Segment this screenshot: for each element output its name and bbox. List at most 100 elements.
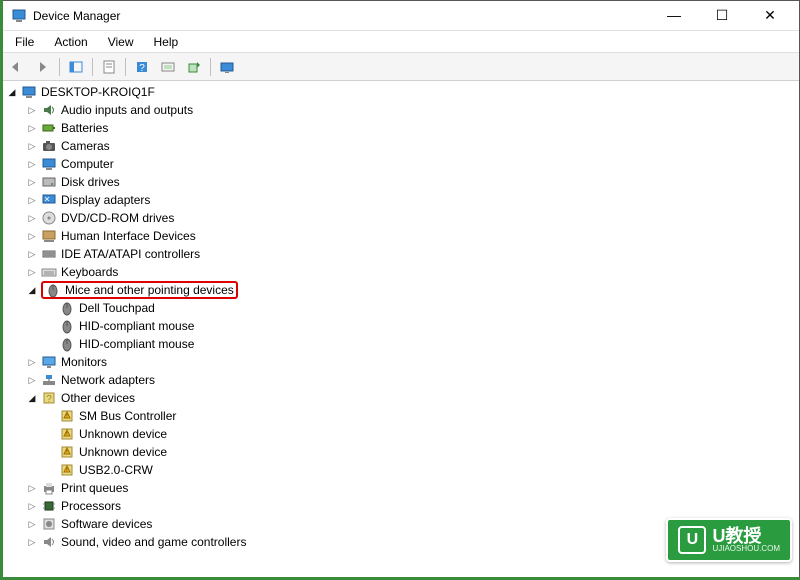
collapse-icon[interactable]: ◢ bbox=[25, 391, 39, 405]
menu-file[interactable]: File bbox=[5, 32, 44, 52]
add-hardware-button[interactable] bbox=[182, 56, 206, 78]
expand-icon[interactable]: ▷ bbox=[25, 175, 39, 189]
warn-icon: ! bbox=[59, 408, 75, 424]
back-button[interactable] bbox=[5, 56, 29, 78]
tree-category[interactable]: ▷Batteries bbox=[3, 119, 799, 137]
svg-text:?: ? bbox=[46, 394, 52, 405]
tree-category[interactable]: ▷DVD/CD-ROM drives bbox=[3, 209, 799, 227]
camera-icon bbox=[41, 138, 57, 154]
device-label: Dell Touchpad bbox=[79, 299, 155, 317]
tree-category[interactable]: ◢ Mice and other pointing devices bbox=[3, 281, 799, 299]
category-label: Sound, video and game controllers bbox=[61, 533, 246, 551]
highlight-box: Mice and other pointing devices bbox=[41, 281, 238, 299]
device-label: HID-compliant mouse bbox=[79, 335, 194, 353]
expand-icon[interactable]: ▷ bbox=[25, 193, 39, 207]
menu-help[interactable]: Help bbox=[144, 32, 189, 52]
tree-category[interactable]: ▷ Human Interface Devices bbox=[3, 227, 799, 245]
tree-category[interactable]: ◢?Other devices bbox=[3, 389, 799, 407]
expand-icon[interactable]: ▷ bbox=[25, 103, 39, 117]
maximize-button[interactable]: ☐ bbox=[707, 7, 737, 24]
toolbar: ? bbox=[1, 53, 799, 81]
watermark-url: UJIAOSHOU.COM bbox=[712, 545, 780, 553]
svg-text:?: ? bbox=[139, 63, 145, 74]
tree-device[interactable]: HID-compliant mouse bbox=[3, 317, 799, 335]
tree-category[interactable]: ▷ Processors bbox=[3, 497, 799, 515]
device-label: Unknown device bbox=[79, 443, 167, 461]
window-title: Device Manager bbox=[33, 9, 659, 23]
expand-icon[interactable]: ▷ bbox=[25, 247, 39, 261]
other-icon: ? bbox=[41, 390, 57, 406]
expand-icon[interactable]: ▷ bbox=[25, 229, 39, 243]
close-button[interactable]: ✕ bbox=[755, 7, 785, 24]
tree-category[interactable]: ▷Keyboards bbox=[3, 263, 799, 281]
collapse-icon[interactable]: ◢ bbox=[5, 85, 19, 99]
toolbar-separator bbox=[92, 58, 93, 76]
tree-category[interactable]: ▷Monitors bbox=[3, 353, 799, 371]
expand-icon[interactable]: ▷ bbox=[25, 211, 39, 225]
root-label: DESKTOP-KROIQ1F bbox=[41, 83, 155, 101]
expand-icon[interactable]: ▷ bbox=[25, 481, 39, 495]
expand-icon[interactable]: ▷ bbox=[25, 499, 39, 513]
tree-category[interactable]: ▷Cameras bbox=[3, 137, 799, 155]
forward-button[interactable] bbox=[31, 56, 55, 78]
help-button[interactable]: ? bbox=[130, 56, 154, 78]
window-controls: — ☐ ✕ bbox=[659, 7, 795, 24]
scan-hardware-button[interactable] bbox=[156, 56, 180, 78]
tree-category[interactable]: ▷Audio inputs and outputs bbox=[3, 101, 799, 119]
device-label: SM Bus Controller bbox=[79, 407, 176, 425]
computer-icon bbox=[41, 156, 57, 172]
ide-icon bbox=[41, 246, 57, 262]
expand-icon[interactable]: ▷ bbox=[25, 157, 39, 171]
tree-category[interactable]: ▷ Network adapters bbox=[3, 371, 799, 389]
category-label: Human Interface Devices bbox=[61, 227, 196, 245]
keyboard-icon bbox=[41, 264, 57, 280]
tree-root[interactable]: ◢ DESKTOP-KROIQ1F bbox=[3, 83, 799, 101]
dvd-icon bbox=[41, 210, 57, 226]
expand-icon[interactable]: ▷ bbox=[25, 535, 39, 549]
expand-icon[interactable]: ▷ bbox=[25, 355, 39, 369]
show-hide-tree-button[interactable] bbox=[64, 56, 88, 78]
minimize-button[interactable]: — bbox=[659, 7, 689, 24]
expand-icon[interactable]: ▷ bbox=[25, 265, 39, 279]
tree-device[interactable]: !USB2.0-CRW bbox=[3, 461, 799, 479]
tree-category[interactable]: ▷ Print queues bbox=[3, 479, 799, 497]
toolbar-separator bbox=[125, 58, 126, 76]
category-label: Software devices bbox=[61, 515, 152, 533]
collapse-icon[interactable]: ◢ bbox=[25, 283, 39, 297]
category-label: Mice and other pointing devices bbox=[65, 281, 234, 299]
tree-category[interactable]: ▷Display adapters bbox=[3, 191, 799, 209]
tree-category[interactable]: ▷IDE ATA/ATAPI controllers bbox=[3, 245, 799, 263]
software-icon bbox=[41, 516, 57, 532]
tree-device[interactable]: HID-compliant mouse bbox=[3, 335, 799, 353]
tree-device[interactable]: Dell Touchpad bbox=[3, 299, 799, 317]
category-label: Computer bbox=[61, 155, 114, 173]
mouse-icon bbox=[59, 336, 75, 352]
tree-category[interactable]: ▷Disk drives bbox=[3, 173, 799, 191]
tree-device[interactable]: ! Unknown device bbox=[3, 443, 799, 461]
menu-action[interactable]: Action bbox=[44, 32, 97, 52]
category-label: Processors bbox=[61, 497, 121, 515]
tree-category[interactable]: ▷ Computer bbox=[3, 155, 799, 173]
svg-text:!: ! bbox=[66, 468, 67, 474]
battery-icon bbox=[41, 120, 57, 136]
expand-icon[interactable]: ▷ bbox=[25, 139, 39, 153]
category-label: Network adapters bbox=[61, 371, 155, 389]
expand-icon[interactable]: ▷ bbox=[25, 121, 39, 135]
expand-icon[interactable]: ▷ bbox=[25, 517, 39, 531]
category-label: Print queues bbox=[61, 479, 128, 497]
app-icon bbox=[11, 8, 27, 24]
monitor-icon bbox=[41, 354, 57, 370]
menubar: File Action View Help bbox=[1, 31, 799, 53]
tree-device[interactable]: ! SM Bus Controller bbox=[3, 407, 799, 425]
svg-text:!: ! bbox=[66, 450, 67, 456]
watermark-badge: U U教授 UJIAOSHOU.COM bbox=[666, 518, 792, 562]
toolbar-separator bbox=[59, 58, 60, 76]
properties-button[interactable] bbox=[97, 56, 121, 78]
network-icon bbox=[41, 372, 57, 388]
menu-view[interactable]: View bbox=[98, 32, 144, 52]
svg-text:!: ! bbox=[66, 414, 67, 420]
expand-icon[interactable]: ▷ bbox=[25, 373, 39, 387]
tree-device[interactable]: !Unknown device bbox=[3, 425, 799, 443]
view-button[interactable] bbox=[215, 56, 239, 78]
device-tree[interactable]: ◢ DESKTOP-KROIQ1F▷Audio inputs and output… bbox=[1, 81, 799, 579]
